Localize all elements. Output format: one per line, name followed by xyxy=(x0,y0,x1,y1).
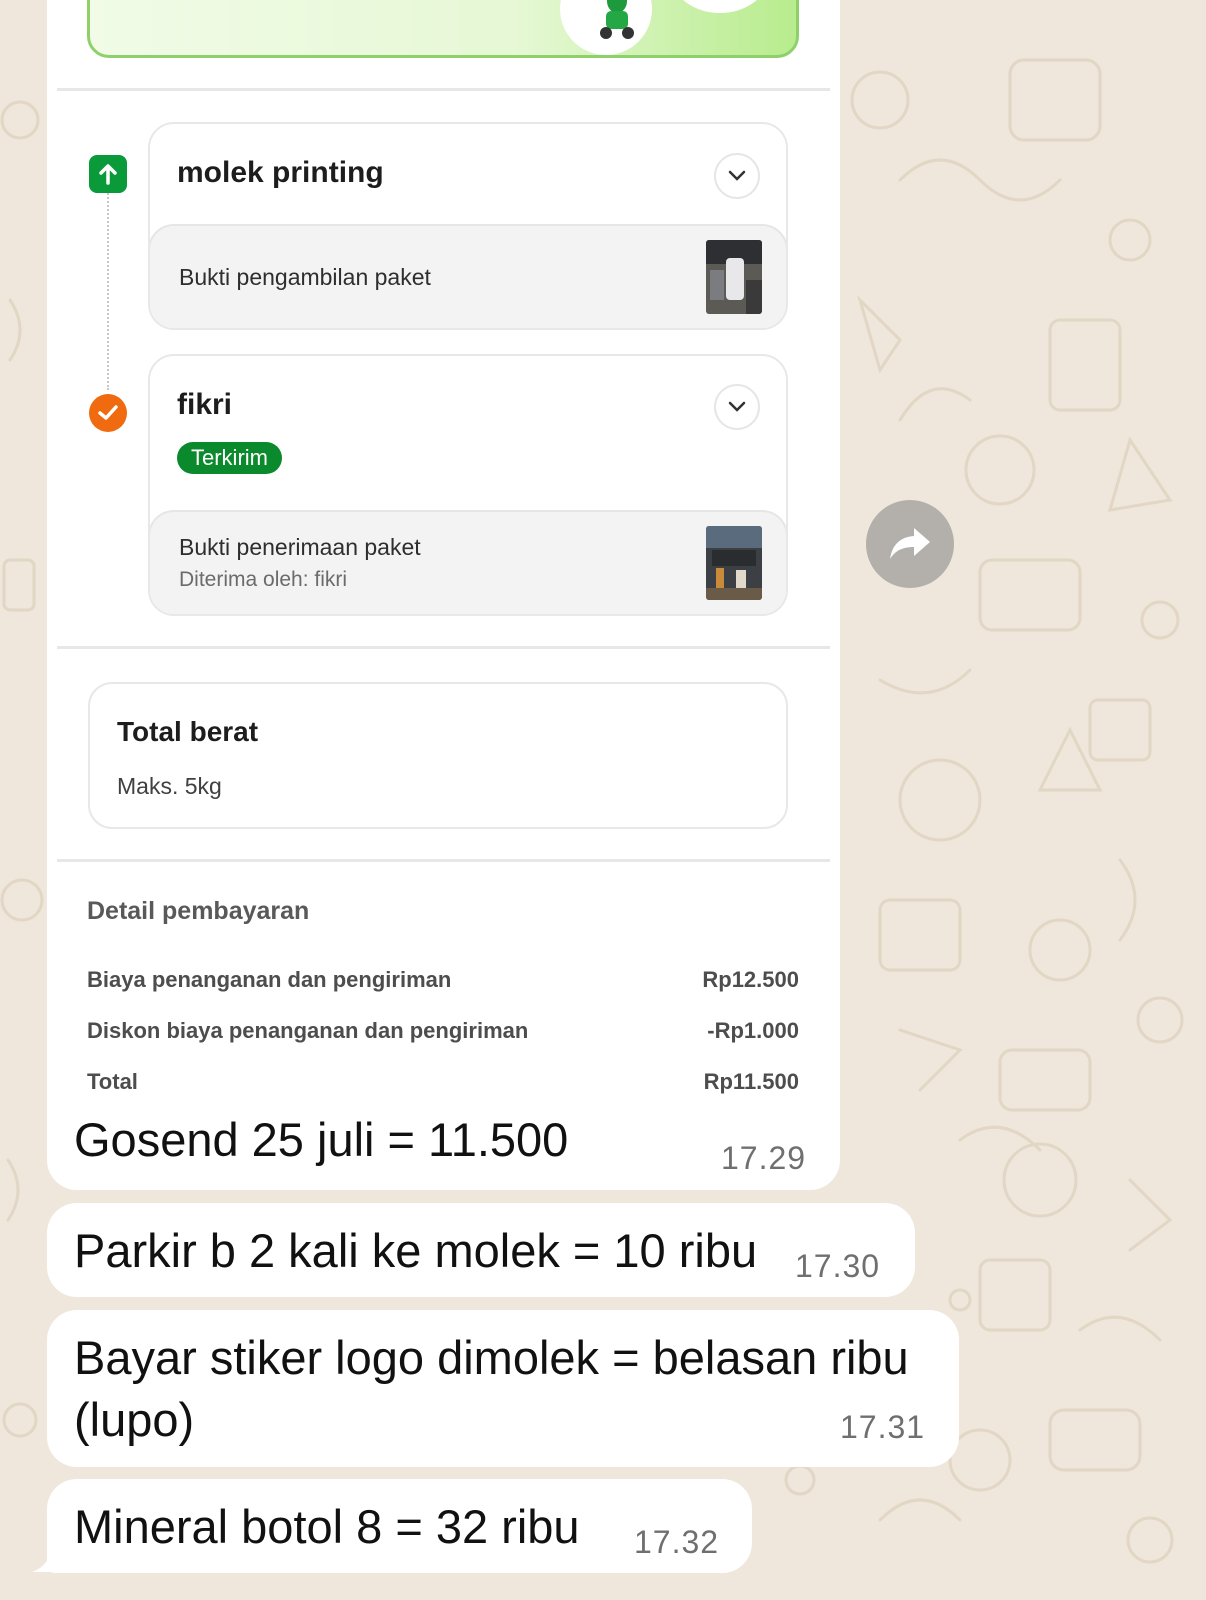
message-bubble[interactable]: Mineral botol 8 = 32 ribu 17.32 xyxy=(47,1479,752,1573)
message-bubble[interactable]: Parkir b 2 kali ke molek = 10 ribu 17.30 xyxy=(47,1203,915,1297)
payment-row: Total Rp11.500 xyxy=(87,1069,799,1095)
payment-value: -Rp1.000 xyxy=(707,1018,799,1043)
weight-value: Maks. 5kg xyxy=(117,773,222,799)
screenshot-message-bubble[interactable]: molek printing Bukti pengambilan paket f… xyxy=(47,0,840,1190)
chevron-down-icon xyxy=(728,170,746,181)
message-text: Mineral botol 8 = 32 ribu xyxy=(74,1500,580,1553)
pickup-photo-thumbnail[interactable] xyxy=(706,240,762,314)
proof-title: Bukti pengambilan paket xyxy=(179,264,431,290)
forward-button[interactable] xyxy=(866,500,954,588)
delivered-marker xyxy=(89,394,127,432)
proof-title: Bukti penerimaan paket xyxy=(179,534,421,560)
payment-label: Total xyxy=(87,1069,138,1094)
payment-row: Diskon biaya penanganan dan pengiriman -… xyxy=(87,1018,799,1044)
pickup-name: molek printing xyxy=(177,156,384,189)
weight-title: Total berat xyxy=(117,716,259,747)
status-badge: Terkirim xyxy=(177,442,282,474)
forward-icon xyxy=(890,528,930,559)
pickup-stop-card[interactable]: molek printing Bukti pengambilan paket xyxy=(148,122,788,330)
proof-receiver: Diterima oleh: fikri xyxy=(179,568,348,591)
message-text-line: (lupo) xyxy=(74,1393,195,1446)
payment-heading: Detail pembayaran xyxy=(87,897,310,925)
courier-illustration xyxy=(600,0,634,39)
expand-button[interactable] xyxy=(714,384,760,430)
pickup-proof[interactable]: Bukti pengambilan paket xyxy=(150,224,786,328)
payment-value: Rp12.500 xyxy=(702,967,799,992)
bubble-tail xyxy=(32,1540,60,1572)
expand-button[interactable] xyxy=(714,153,760,199)
divider xyxy=(57,646,830,649)
promo-banner xyxy=(87,0,799,58)
divider xyxy=(57,88,830,91)
message-caption: Gosend 25 juli = 11.500 xyxy=(74,1113,569,1166)
check-icon xyxy=(98,405,118,420)
message-text-line: Bayar stiker logo dimolek = belasan ribu xyxy=(74,1331,909,1384)
message-bubble[interactable]: Bayar stiker logo dimolek = belasan ribu… xyxy=(47,1310,959,1467)
arrow-up-icon xyxy=(99,164,117,185)
pickup-marker xyxy=(89,155,127,193)
message-time: 17.30 xyxy=(795,1248,881,1284)
payment-label: Diskon biaya penanganan dan pengiriman xyxy=(87,1018,529,1043)
weight-card: Total berat Maks. 5kg xyxy=(88,682,788,829)
dropoff-stop-card[interactable]: fikri Terkirim Bukti penerimaan paket Di… xyxy=(148,354,788,616)
route-line xyxy=(107,190,109,390)
dropoff-name: fikri xyxy=(177,388,233,421)
payment-value: Rp11.500 xyxy=(703,1069,799,1094)
message-time: 17.32 xyxy=(634,1524,720,1560)
message-time: 17.29 xyxy=(721,1140,807,1176)
message-time: 17.31 xyxy=(840,1409,926,1445)
banner-decoration xyxy=(670,0,770,13)
payment-label: Biaya penanganan dan pengiriman xyxy=(87,967,452,992)
delivery-photo-thumbnail[interactable] xyxy=(706,526,762,600)
divider xyxy=(57,859,830,862)
payment-row: Biaya penanganan dan pengiriman Rp12.500 xyxy=(87,967,799,993)
message-text: Parkir b 2 kali ke molek = 10 ribu xyxy=(74,1224,758,1277)
chevron-down-icon xyxy=(728,401,746,412)
dropoff-proof[interactable]: Bukti penerimaan paket Diterima oleh: fi… xyxy=(150,510,786,614)
